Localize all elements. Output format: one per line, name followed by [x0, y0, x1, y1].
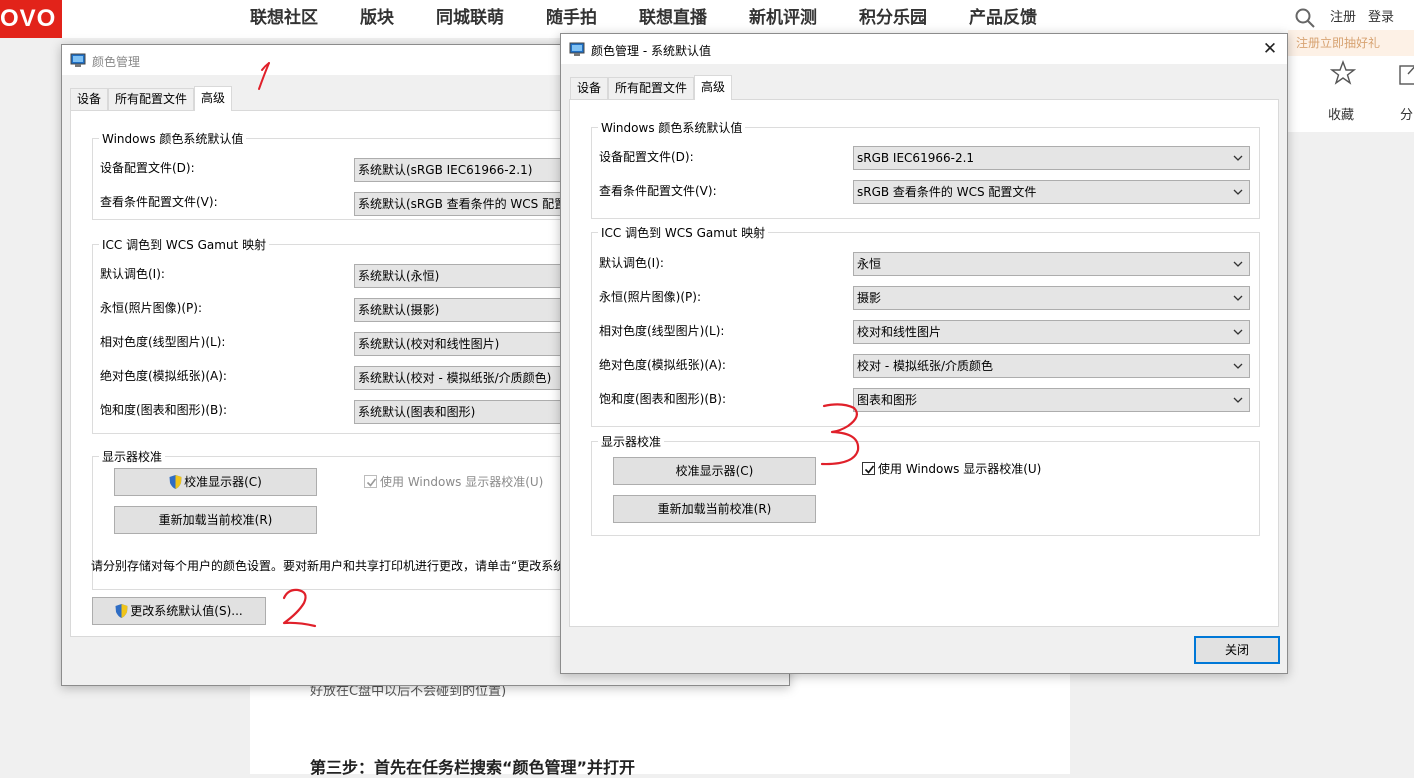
tab-devices[interactable]: 设备: [570, 77, 609, 99]
dialog-title: 颜色管理: [92, 55, 141, 69]
chevron-down-icon: [1233, 295, 1243, 301]
absolute-colorimetric-select[interactable]: 校对 - 模拟纸张/介质颜色: [853, 354, 1250, 378]
share-label[interactable]: 分: [1400, 104, 1413, 123]
side-panel: 收藏 分: [1288, 56, 1414, 132]
tab-advanced[interactable]: 高级: [694, 75, 733, 100]
calibrate-display-button[interactable]: 校准显示器(C): [613, 457, 816, 485]
change-system-defaults-button[interactable]: 更改系统默认值(S)...: [92, 597, 266, 625]
share-icon[interactable]: [1398, 60, 1414, 86]
default-rendering-label: 默认调色(I):: [100, 267, 165, 281]
system-defaults-dialog: 颜色管理 - 系统默认值 ✕ 设备 所有配置文件 高级 Windows 颜色系统…: [560, 33, 1288, 674]
monitor-icon: [70, 53, 86, 67]
saturation-label: 饱和度(图表和图形)(B):: [100, 403, 228, 417]
tab-all-profiles[interactable]: 所有配置文件: [608, 77, 695, 99]
tab-all-profiles[interactable]: 所有配置文件: [108, 88, 195, 110]
absolute-colorimetric-label: 绝对色度(模拟纸张)(A):: [100, 369, 227, 383]
windows-defaults-group: Windows 颜色系统默认值: [591, 119, 1260, 219]
relative-colorimetric-label: 相对色度(线型图片)(L):: [100, 335, 226, 349]
group-title: Windows 颜色系统默认值: [598, 119, 746, 136]
device-profile-label: 设备配置文件(D):: [599, 150, 694, 164]
tab-devices[interactable]: 设备: [70, 88, 109, 110]
checkmark-icon: [864, 465, 875, 474]
chevron-down-icon: [1233, 261, 1243, 267]
use-windows-calibration-checkbox[interactable]: 使用 Windows 显示器校准(U): [364, 473, 543, 490]
article-body: 好放在C盘中以后不会碰到的位置) 第三步：首先在任务栏搜索“颜色管理”并打开: [250, 674, 1070, 777]
close-icon[interactable]: ✕: [1259, 38, 1281, 60]
perceptual-label: 永恒(照片图像)(P):: [100, 301, 203, 315]
saturation-label: 饱和度(图表和图形)(B):: [599, 392, 727, 406]
close-button[interactable]: 关闭: [1194, 636, 1280, 664]
settings-note: 请分别存储对每个用户的颜色设置。要对新用户和共享打印机进行更改，请单击“更改系统: [91, 559, 561, 573]
reload-calibration-button[interactable]: 重新加载当前校准(R): [114, 506, 317, 534]
default-rendering-label: 默认调色(I):: [599, 256, 664, 270]
saturation-select[interactable]: 图表和图形: [853, 388, 1250, 412]
nav-item[interactable]: 同城联萌: [436, 0, 504, 38]
default-rendering-select[interactable]: 永恒: [853, 252, 1250, 276]
reload-calibration-button[interactable]: 重新加载当前校准(R): [613, 495, 816, 523]
chevron-down-icon: [1233, 155, 1243, 161]
tab-strip: 设备 所有配置文件 高级: [70, 86, 233, 111]
absolute-colorimetric-label: 绝对色度(模拟纸张)(A):: [599, 358, 726, 372]
device-profile-select[interactable]: sRGB IEC61966-2.1: [853, 146, 1250, 170]
monitor-icon: [569, 42, 585, 56]
chevron-down-icon: [1233, 189, 1243, 195]
group-title: 显示器校准: [99, 448, 166, 465]
relative-colorimetric-label: 相对色度(线型图片)(L):: [599, 324, 725, 338]
viewing-conditions-select[interactable]: sRGB 查看条件的 WCS 配置文件: [853, 180, 1250, 204]
chevron-down-icon: [1233, 329, 1243, 335]
viewing-conditions-label: 查看条件配置文件(V):: [100, 195, 218, 209]
uac-shield-icon: [115, 604, 128, 618]
annotation-number-2: 2: [282, 588, 317, 628]
perceptual-label: 永恒(照片图像)(P):: [599, 290, 702, 304]
nav-item[interactable]: 联想社区: [250, 0, 318, 38]
group-title: 显示器校准: [598, 433, 665, 450]
use-windows-calibration-checkbox[interactable]: 使用 Windows 显示器校准(U): [862, 460, 1041, 477]
brand-logo[interactable]: OVO: [0, 0, 62, 38]
dialog-title: 颜色管理 - 系统默认值: [591, 44, 711, 58]
chevron-down-icon: [1233, 397, 1243, 403]
search-icon[interactable]: [1294, 7, 1316, 29]
tab-advanced[interactable]: 高级: [194, 86, 233, 111]
login-link[interactable]: 登录: [1368, 10, 1394, 25]
tab-strip: 设备 所有配置文件 高级: [570, 75, 733, 100]
group-title: ICC 调色到 WCS Gamut 映射: [598, 224, 769, 241]
register-link[interactable]: 注册: [1330, 10, 1356, 25]
perceptual-select[interactable]: 摄影: [853, 286, 1250, 310]
viewing-conditions-label: 查看条件配置文件(V):: [599, 184, 717, 198]
checkmark-icon: [366, 478, 377, 487]
group-title: ICC 调色到 WCS Gamut 映射: [99, 236, 270, 253]
device-profile-label: 设备配置文件(D):: [100, 161, 195, 175]
article-step-heading: 第三步：首先在任务栏搜索“颜色管理”并打开: [310, 758, 636, 777]
star-icon[interactable]: [1330, 60, 1356, 86]
favorite-label[interactable]: 收藏: [1328, 104, 1354, 123]
promo-banner[interactable]: 注册立即抽好礼: [1288, 30, 1414, 56]
chevron-down-icon: [1233, 363, 1243, 369]
uac-shield-icon: [169, 475, 182, 489]
relative-colorimetric-select[interactable]: 校对和线性图片: [853, 320, 1250, 344]
calibrate-display-button[interactable]: 校准显示器(C): [114, 468, 317, 496]
annotation-number-1: 1: [258, 62, 270, 90]
nav-item[interactable]: 版块: [360, 0, 394, 38]
dialog-titlebar[interactable]: 颜色管理 - 系统默认值 ✕: [561, 34, 1287, 64]
annotation-number-3: 3: [820, 403, 860, 466]
group-title: Windows 颜色系统默认值: [99, 130, 247, 147]
advanced-tab-panel: Windows 颜色系统默认值 设备配置文件(D): sRGB IEC61966…: [569, 99, 1279, 627]
